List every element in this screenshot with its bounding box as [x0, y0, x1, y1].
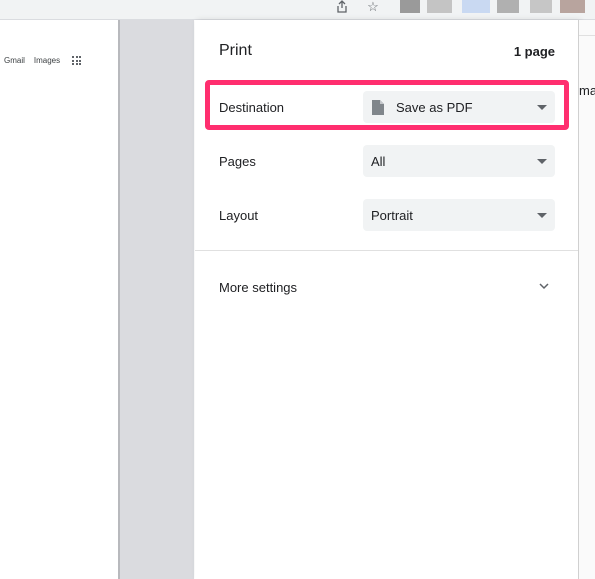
- omnibox[interactable]: [0, 0, 390, 18]
- dropdown-caret-icon: [537, 212, 547, 218]
- dropdown-caret-icon: [537, 104, 547, 110]
- layout-label: Layout: [219, 208, 259, 223]
- extension-icon[interactable]: [400, 0, 420, 13]
- more-settings-toggle[interactable]: More settings: [219, 279, 555, 299]
- bookmark-star-icon[interactable]: ☆: [365, 0, 381, 14]
- share-icon[interactable]: [334, 0, 350, 14]
- section-divider: [195, 250, 578, 251]
- print-preview-page: Gmail Images: [0, 20, 120, 579]
- extension-icon[interactable]: [462, 0, 490, 13]
- file-icon: [372, 99, 384, 115]
- background-page: [579, 20, 595, 579]
- pages-value: All: [371, 153, 386, 169]
- preview-link-images: Images: [33, 56, 61, 65]
- print-dialog: Print 1 page Destination Save as PDF Pag…: [195, 20, 579, 579]
- pages-label: Pages: [219, 154, 256, 169]
- destination-label: Destination: [219, 100, 285, 115]
- profile-avatar[interactable]: [560, 0, 585, 13]
- apps-grid-icon: [72, 56, 81, 65]
- destination-select[interactable]: Save as PDF: [363, 91, 555, 123]
- background-page-text: ma: [579, 83, 595, 98]
- browser-toolbar: ☆: [0, 0, 595, 20]
- destination-value: Save as PDF: [396, 99, 473, 115]
- layout-select[interactable]: Portrait: [363, 199, 555, 231]
- preview-link-gmail: Gmail: [4, 56, 25, 65]
- extension-icon[interactable]: [427, 0, 452, 13]
- pages-select[interactable]: All: [363, 145, 555, 177]
- preview-gutter: [120, 20, 194, 579]
- extension-icon[interactable]: [530, 0, 552, 13]
- page-count: 1 page: [513, 44, 555, 59]
- extension-icon[interactable]: [497, 0, 519, 13]
- dropdown-caret-icon: [537, 158, 547, 164]
- layout-value: Portrait: [371, 207, 413, 223]
- dialog-title: Print: [219, 42, 252, 59]
- preview-header-links: Gmail Images: [4, 56, 69, 65]
- chevron-down-icon: [539, 283, 549, 290]
- more-settings-label: More settings: [219, 280, 298, 295]
